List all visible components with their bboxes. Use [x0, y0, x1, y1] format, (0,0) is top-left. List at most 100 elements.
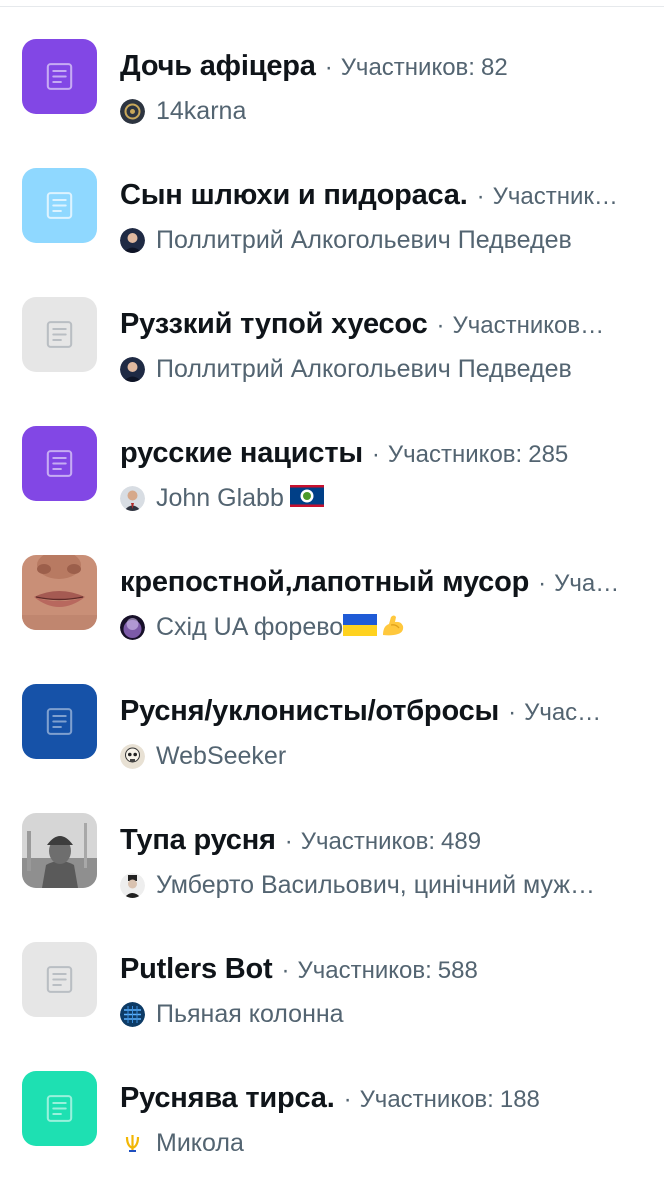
- list-info: русские нацисты · Участников: 285 John Glabb: [120, 437, 648, 515]
- list-owner[interactable]: Схід UA форево: [120, 610, 648, 644]
- list-owner[interactable]: Поллитрий Алкогольевич Педведев: [120, 223, 648, 257]
- members-count: Участников: 188: [360, 1086, 648, 1114]
- document-icon: [46, 450, 73, 477]
- list-title[interactable]: русские нацисты: [120, 437, 363, 470]
- owner-avatar: [120, 356, 145, 382]
- list-banner-placeholder: [22, 168, 97, 243]
- list-owner[interactable]: WebSeeker: [120, 739, 648, 773]
- list-title[interactable]: Руснява тирса.: [120, 1082, 335, 1115]
- list-row[interactable]: Сын шлюхи и пидораса. · Участник… Поллитрий…: [0, 129, 664, 258]
- list-banner-placeholder: [22, 1071, 97, 1146]
- members-label: Участников:: [340, 54, 475, 81]
- members-label: Участников:: [300, 828, 436, 855]
- dot-separator: ·: [371, 441, 380, 468]
- list-owner[interactable]: Пьяная колонна: [120, 997, 648, 1031]
- list-row[interactable]: Putlers Bot · Участников: 588 Пьяная колонна: [0, 903, 664, 1032]
- members-count: Участников: 82: [341, 54, 648, 82]
- document-icon: [46, 1095, 73, 1122]
- owner-name: Умберто Васильович, цинічний муж…: [156, 870, 596, 899]
- members-number: 285: [528, 441, 569, 468]
- members-count: Учас…: [524, 699, 602, 726]
- members-number: 188: [499, 1086, 540, 1113]
- list-title[interactable]: Тупа русня: [120, 824, 276, 857]
- list-title[interactable]: Putlers Bot: [120, 953, 273, 986]
- owner-name: Микола: [156, 1128, 244, 1157]
- document-icon: [46, 966, 73, 993]
- ukraine-flag-icon: [343, 613, 378, 641]
- owner-name: Пьяная колонна: [156, 999, 344, 1028]
- list-row[interactable]: Тупа русня · Участников: 489 Умберто Васильо…: [0, 774, 664, 903]
- dot-separator: ·: [343, 1086, 352, 1113]
- members-count: Участник…: [492, 183, 618, 210]
- list-info: Руззкий тупой хуесос · Участников… Поллитри…: [120, 308, 648, 386]
- members-number: 588: [437, 957, 478, 984]
- list-banner-placeholder: [22, 297, 97, 372]
- owner-avatar: [120, 485, 145, 511]
- list-row[interactable]: крепостной,лапотный мусор · Уча… Схід UA фо…: [0, 516, 664, 645]
- list-owner[interactable]: Умберто Васильович, цинічний муж…: [120, 868, 648, 902]
- list-banner-placeholder: [22, 684, 97, 759]
- document-icon: [46, 321, 73, 348]
- members-label: Участников:: [387, 441, 523, 468]
- document-icon: [46, 708, 73, 735]
- owner-name: 14karna: [156, 96, 247, 125]
- list-info: Русня/уклонисты/отбросы · Учас… WebSeeker: [120, 695, 648, 773]
- dot-separator: ·: [324, 54, 333, 81]
- owner-avatar: [120, 227, 145, 253]
- owner-avatar: [120, 98, 145, 124]
- owner-avatar: [120, 872, 145, 898]
- members-label: Участников:: [359, 1086, 494, 1113]
- owner-name: WebSeeker: [156, 741, 287, 770]
- document-icon: [46, 63, 73, 90]
- list-owner[interactable]: John Glabb: [120, 481, 648, 515]
- document-icon: [46, 192, 73, 219]
- members-count: Участников: 588: [298, 957, 649, 985]
- dot-separator: ·: [476, 183, 485, 210]
- owner-name: Поллитрий Алкогольевич Педведев: [156, 225, 572, 254]
- list-banner-soldier-image: [22, 813, 97, 888]
- owner-avatar: [120, 1130, 145, 1156]
- list-banner-lips-image: [22, 555, 97, 630]
- owner-avatar: [120, 1001, 145, 1027]
- list-info: Putlers Bot · Участников: 588 Пьяная колонна: [120, 953, 648, 1031]
- list-info: Дочь афіцера · Участников: 82 14karna: [120, 50, 648, 128]
- list-row[interactable]: Дочь афіцера · Участников: 82 14karna: [0, 0, 664, 129]
- list-row[interactable]: Русня/уклонисты/отбросы · Учас… WebSeeker: [0, 645, 664, 774]
- dot-separator: ·: [436, 312, 445, 339]
- list-title[interactable]: Руззкий тупой хуесос: [120, 308, 428, 341]
- owner-avatar: [120, 743, 145, 769]
- dot-separator: ·: [284, 828, 293, 855]
- list-banner-placeholder: [22, 426, 97, 501]
- members-count: Участников: 489: [301, 828, 648, 856]
- dot-separator: ·: [281, 957, 290, 984]
- list-row[interactable]: русские нацисты · Участников: 285 John Glabb: [0, 387, 664, 516]
- list-owner[interactable]: Микола: [120, 1126, 648, 1160]
- list-owner[interactable]: Поллитрий Алкогольевич Педведев: [120, 352, 648, 386]
- members-number: 489: [441, 828, 482, 855]
- list-info: Руснява тирса. · Участников: 188 Микола: [120, 1082, 648, 1160]
- list-title[interactable]: Русня/уклонисты/отбросы: [120, 695, 499, 728]
- list-banner-placeholder: [22, 39, 97, 114]
- list-title[interactable]: Дочь афіцера: [120, 50, 316, 83]
- list-title[interactable]: Сын шлюхи и пидораса.: [120, 179, 468, 212]
- list-row[interactable]: Руззкий тупой хуесос · Участников… Поллитри…: [0, 258, 664, 387]
- members-label: Участников:: [297, 957, 432, 984]
- owner-name: John Glabb: [156, 483, 284, 512]
- members-count: Участников…: [452, 312, 605, 339]
- flexed-biceps-icon: [380, 612, 406, 643]
- members-count: Участников: 285: [388, 441, 648, 469]
- list-title[interactable]: крепостной,лапотный мусор: [120, 566, 529, 599]
- list-info: Тупа русня · Участников: 489 Умберто Васильо…: [120, 824, 648, 902]
- owner-name: Поллитрий Алкогольевич Педведев: [156, 354, 572, 383]
- list-banner-placeholder: [22, 942, 97, 1017]
- members-count: Уча…: [554, 570, 620, 597]
- members-number: 82: [480, 54, 508, 81]
- dot-separator: ·: [508, 699, 517, 726]
- list-info: крепостной,лапотный мусор · Уча… Схід UA фо…: [120, 566, 648, 644]
- owner-avatar: [120, 614, 145, 640]
- belize-flag-icon: [289, 484, 324, 512]
- list-owner[interactable]: 14karna: [120, 94, 648, 128]
- dot-separator: ·: [538, 570, 547, 597]
- list-info: Сын шлюхи и пидораса. · Участник… Поллитрий…: [120, 179, 648, 257]
- list-row[interactable]: Руснява тирса. · Участников: 188 Микола: [0, 1032, 664, 1161]
